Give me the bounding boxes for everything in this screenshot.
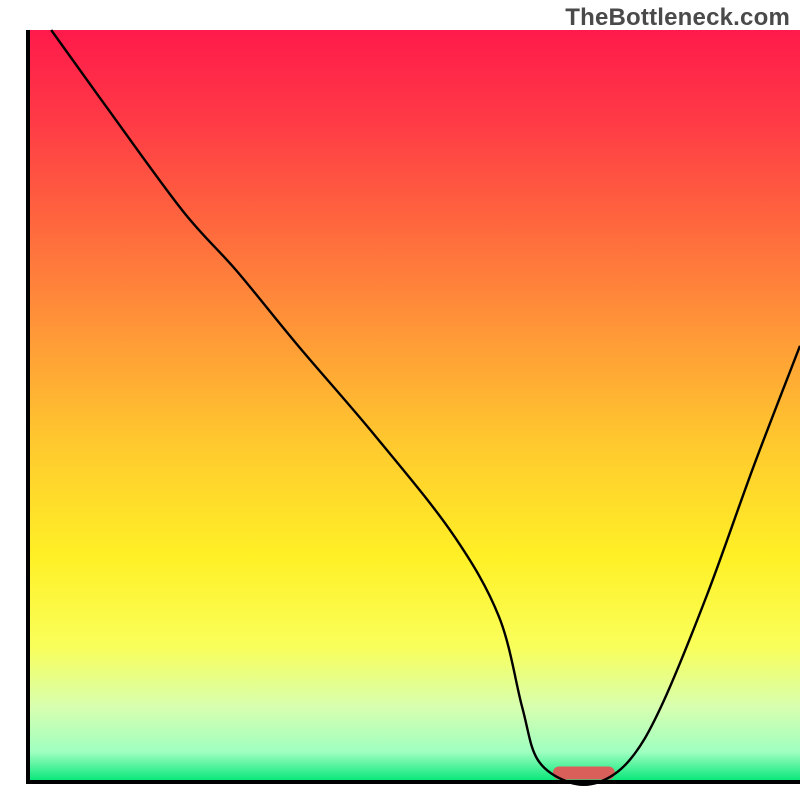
chart-svg	[0, 0, 800, 800]
gradient-background	[28, 30, 800, 782]
bottleneck-chart: TheBottleneck.com	[0, 0, 800, 800]
optimal-zone-marker	[553, 766, 615, 779]
watermark-label: TheBottleneck.com	[565, 4, 790, 32]
